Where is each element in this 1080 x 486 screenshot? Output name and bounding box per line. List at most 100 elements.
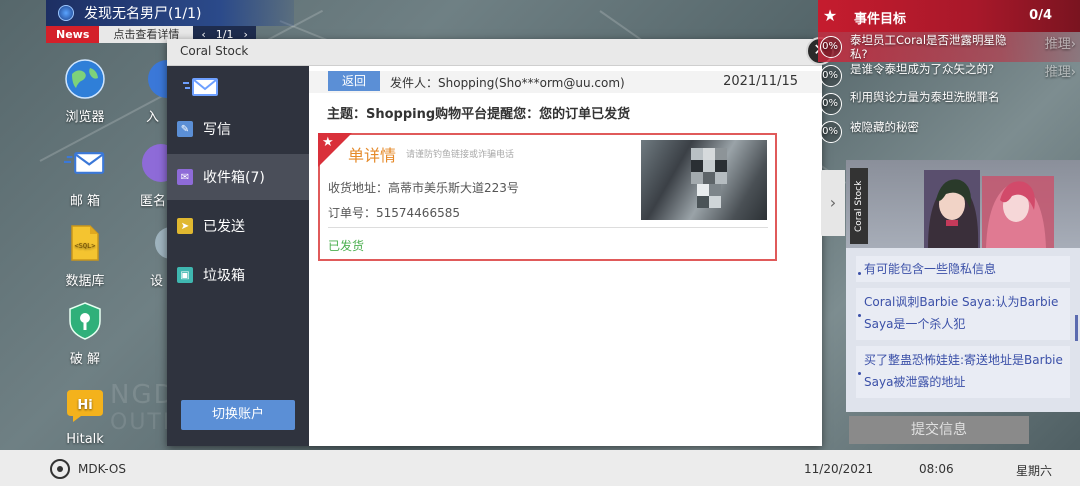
news-ticker[interactable]: 发现无名男尸(1/1) News 点击查看详情 ‹ 1/1 › <box>46 0 294 43</box>
order-status: 已发货 <box>328 239 365 253</box>
taskbar-time: 08:06 <box>919 462 954 476</box>
star-icon: ★ <box>822 6 838 25</box>
clue-item[interactable]: Coral讽刺Barbie Saya:认为Barbie Saya是一个杀人犯 <box>856 288 1070 340</box>
desktop-icon-hitalk[interactable]: Hi Hitalk <box>45 384 125 447</box>
sidebar-item-label: 已发送 <box>203 219 245 235</box>
goal-text: 泰坦员工Coral是否泄露明星隐私? <box>850 33 1007 61</box>
submit-info-button[interactable]: 提交信息 <box>849 416 1029 444</box>
goal-item[interactable]: 0% 利用舆论力量为泰坦洗脱罪名 <box>818 90 1080 118</box>
event-goals-header: ★ 事件目标 0/4 <box>818 0 1080 32</box>
goal-text: 被隐藏的秘密 <box>850 120 919 134</box>
desktop-icon-label: 匿名 <box>140 194 167 209</box>
desktop-icon-database[interactable]: <SQL> 数据库 <box>45 222 125 289</box>
infer-button[interactable]: 推理› <box>1045 66 1076 80</box>
event-goals-title: 事件目标 <box>854 12 907 27</box>
compose-icon: ✎ <box>177 121 193 137</box>
mail-date: 2021/11/15 <box>723 74 798 89</box>
goal-text: 利用舆论力量为泰坦洗脱罪名 <box>850 90 1000 104</box>
desktop-icon-label: 设 <box>150 274 164 289</box>
goal-item[interactable]: 0% 是谁令泰坦成为了众矢之的? 推理› <box>818 62 1080 90</box>
clue-text: 买了整蛊恐怖娃娃:寄送地址是Barbie Saya被泄露的地址 <box>864 353 1063 389</box>
desktop-icon-browser[interactable]: 浏览器 <box>45 58 125 125</box>
order-product-image[interactable] <box>641 140 767 220</box>
clue-item[interactable]: 买了整蛊恐怖娃娃:寄送地址是Barbie Saya被泄露的地址 <box>856 346 1070 398</box>
character-portrait[interactable]: Coral Stock <box>846 160 1080 248</box>
sidebar-item-label: 垃圾箱 <box>203 268 245 284</box>
mail-logo-icon <box>183 78 219 100</box>
order-warning: 请谨防钓鱼链接或诈骗电话 <box>406 150 515 160</box>
order-address: 收货地址：高蒂市美乐斯大道223号 <box>328 181 519 195</box>
back-button[interactable]: 返回 <box>328 71 380 91</box>
order-card: ★ 单详情 请谨防钓鱼链接或诈骗电话 收货地址：高蒂市美乐斯大道223号 订单号… <box>318 133 777 261</box>
globe-icon <box>64 58 106 100</box>
clue-scrollbar[interactable] <box>1075 315 1078 341</box>
desktop-icon-label: 入 <box>146 110 160 125</box>
taskbar: MDK-OS 11/20/2021 08:06 星期六 <box>0 450 1080 486</box>
goal-progress: 0% <box>820 36 842 58</box>
sql-file-icon: <SQL> <box>64 222 106 264</box>
sidebar-item-label: 写信 <box>203 122 231 138</box>
mail-window: Coral Stock ✕ ✎ 写信 ✉ 收件箱(7) ➤ 已发送 ▣ 垃圾箱 … <box>167 37 834 446</box>
chat-bubble-icon: Hi <box>64 384 106 426</box>
svg-text:<SQL>: <SQL> <box>74 242 95 250</box>
order-divider <box>328 227 768 228</box>
bullet-icon <box>858 372 861 375</box>
clue-text: Coral讽刺Barbie Saya:认为Barbie Saya是一个杀人犯 <box>864 295 1059 331</box>
clue-panel: Coral Stock 有可能包含一些隐私信息 Coral讽刺Barbie Sa… <box>846 160 1080 412</box>
goal-item[interactable]: 0% 泰坦员工Coral是否泄露明星隐私? 推理› <box>818 32 1080 62</box>
sidebar-item-trash[interactable]: ▣ 垃圾箱 <box>167 252 309 298</box>
inbox-icon: ✉ <box>177 169 193 185</box>
svg-text:Hi: Hi <box>77 398 92 413</box>
mail-subject: 主题：Shopping购物平台提醒您：您的订单已发货 <box>327 107 631 122</box>
partial-app-icon <box>140 142 170 184</box>
desktop-background: NGD OUTI 发现无名男尸(1/1) News 点击查看详情 ‹ 1/1 ›… <box>0 0 1080 450</box>
infer-button[interactable]: 推理› <box>1045 38 1076 52</box>
news-tag: News <box>46 26 100 43</box>
star-icon: ★ <box>322 135 334 150</box>
event-goals-count: 0/4 <box>1029 8 1052 23</box>
mail-header-row: 返回 发件人：Shopping(Sho***orm@uu.com) 2021/1… <box>309 71 822 93</box>
shield-key-icon <box>64 300 106 342</box>
sidebar-item-compose[interactable]: ✎ 写信 <box>167 106 309 152</box>
switch-account-button[interactable]: 切换账户 <box>181 400 295 430</box>
desktop-icon-label: 数据库 <box>65 274 105 289</box>
mail-window-title: Coral Stock <box>167 39 822 66</box>
goal-item[interactable]: 0% 被隐藏的秘密 <box>818 120 1080 144</box>
chevron-right-icon[interactable]: › <box>821 170 845 236</box>
sidebar-item-sent[interactable]: ➤ 已发送 <box>167 203 309 249</box>
news-title-row[interactable]: 发现无名男尸(1/1) <box>46 0 294 26</box>
order-title: 单详情 <box>348 146 397 165</box>
character-avatar-image <box>924 170 1054 248</box>
desktop-icon-mail[interactable]: 邮 箱 <box>45 142 125 209</box>
taskbar-weekday: 星期六 <box>1016 464 1053 478</box>
bullet-icon <box>858 272 861 275</box>
bullet-icon <box>858 314 861 317</box>
mail-sender: 发件人：Shopping(Sho***orm@uu.com) <box>390 76 625 90</box>
sidebar-item-inbox[interactable]: ✉ 收件箱(7) <box>167 154 309 200</box>
mail-sidebar: ✎ 写信 ✉ 收件箱(7) ➤ 已发送 ▣ 垃圾箱 切换账户 <box>167 66 309 446</box>
event-goals-panel: ★ 事件目标 0/4 0% 泰坦员工Coral是否泄露明星隐私? 推理› 0% … <box>818 0 1080 145</box>
goal-progress: 0% <box>820 121 842 143</box>
goal-text: 是谁令泰坦成为了众矢之的? <box>850 62 995 76</box>
sidebar-item-label: 收件箱(7) <box>203 170 265 186</box>
taskbar-date: 11/20/2021 <box>804 462 874 476</box>
mail-content: 返回 发件人：Shopping(Sho***orm@uu.com) 2021/1… <box>309 66 822 446</box>
desktop-icon-label: 邮 箱 <box>69 194 101 209</box>
desktop-icon-crack[interactable]: 破 解 <box>45 300 125 367</box>
os-logo-icon[interactable] <box>50 459 70 479</box>
desktop-icon-label: 浏览器 <box>65 110 105 125</box>
news-title[interactable]: 发现无名男尸(1/1) <box>84 3 201 23</box>
goal-progress: 0% <box>820 93 842 115</box>
clue-item[interactable]: 有可能包含一些隐私信息 <box>856 256 1070 282</box>
order-number: 订单号：51574466585 <box>328 206 460 220</box>
goal-progress: 0% <box>820 65 842 87</box>
clue-text: 有可能包含一些隐私信息 <box>864 262 997 276</box>
desktop-icon-partial[interactable]: 匿名 <box>140 142 170 209</box>
news-globe-icon <box>58 5 74 21</box>
trash-icon: ▣ <box>177 267 193 283</box>
desktop-icon-label: 破 解 <box>69 352 101 367</box>
mail-icon <box>64 142 106 184</box>
sent-icon: ➤ <box>177 218 193 234</box>
os-name: MDK-OS <box>78 462 126 476</box>
desktop-icon-label: Hitalk <box>66 432 104 447</box>
